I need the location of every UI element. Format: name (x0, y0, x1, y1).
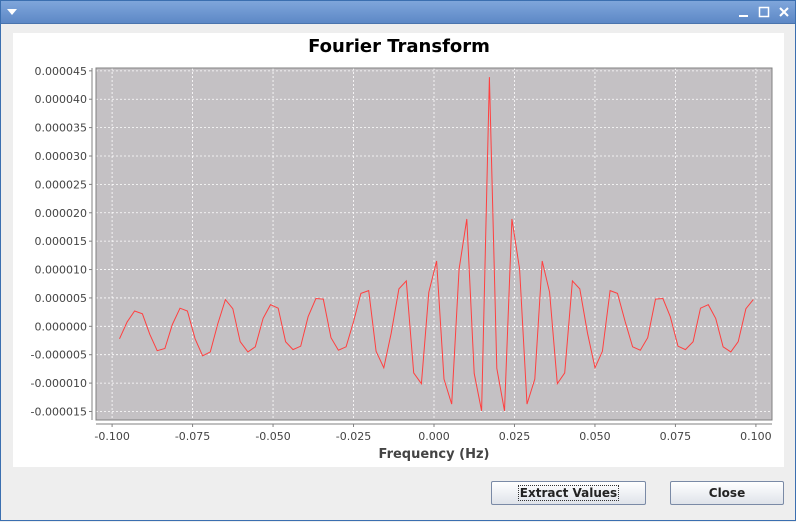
y-tick-label: -0.000010 (31, 377, 87, 390)
y-tick-label: 0.000035 (35, 122, 88, 135)
y-tick-label: 0.000040 (35, 93, 88, 106)
y-tick-label: 0.000015 (35, 235, 88, 248)
y-tick-label: 0.000025 (35, 178, 88, 191)
y-tick-label: 0.000010 (35, 264, 88, 277)
y-tick-label: -0.000015 (31, 405, 87, 418)
dialog-window: Fourier Transform -0.000015 -0.000010 -0.0… (0, 0, 796, 521)
close-button[interactable]: Close (670, 481, 784, 505)
y-tick-label: -0.000005 (31, 349, 87, 362)
x-tick-label: -0.050 (255, 430, 290, 443)
x-tick-label: 0.075 (660, 430, 692, 443)
extract-values-label: Extract Values (517, 485, 620, 501)
x-tick-label: -0.100 (94, 430, 129, 443)
y-tick-label: 0.000005 (35, 292, 88, 305)
y-tick-label: 0.000020 (35, 207, 88, 220)
y-tick-label: 0.000030 (35, 150, 88, 163)
x-axis-label: Frequency (Hz) (379, 447, 490, 462)
y-tick-label: 0.000000 (35, 320, 88, 333)
x-tick-label: 0.050 (579, 430, 611, 443)
x-tick-label: 0.000 (418, 430, 450, 443)
x-tick-label: 0.025 (499, 430, 531, 443)
extract-values-button[interactable]: Extract Values (491, 481, 646, 505)
y-tick-label: 0.000045 (35, 65, 88, 78)
x-tick-label: -0.075 (175, 430, 210, 443)
x-tick-label: 0.100 (740, 430, 772, 443)
x-tick-label: -0.025 (336, 430, 371, 443)
fourier-chart: -0.000015 -0.000010 -0.000005 0.000000 0.000… (31, 65, 773, 462)
